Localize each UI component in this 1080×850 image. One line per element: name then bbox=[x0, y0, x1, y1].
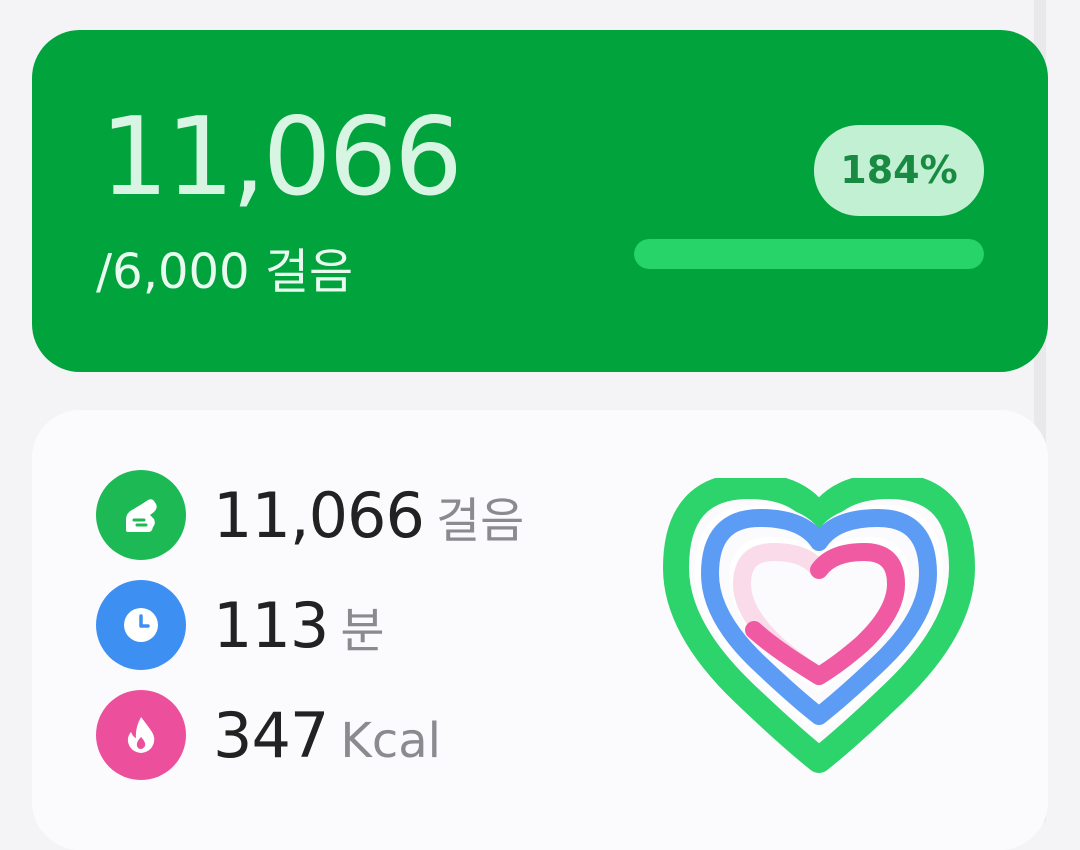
goal-progress-fill bbox=[634, 239, 984, 269]
shoe-icon bbox=[96, 470, 186, 560]
goal-progress-bar bbox=[634, 239, 984, 269]
step-goal: /6,000 걸음 bbox=[96, 244, 354, 300]
steps-number: 11,066 bbox=[213, 479, 425, 552]
active-time-unit: 분 bbox=[340, 603, 385, 659]
activity-summary-card[interactable]: 11,066 걸음 113 분 347 Kcal bbox=[32, 410, 1048, 850]
step-count: 11,066 bbox=[100, 95, 463, 220]
steps-value: 11,066 걸음 bbox=[213, 476, 524, 561]
active-time-number: 113 bbox=[213, 589, 329, 662]
active-time-value: 113 분 bbox=[213, 586, 385, 671]
activity-heart-icon[interactable] bbox=[644, 473, 994, 778]
steps-stat-row: 11,066 걸음 bbox=[96, 470, 656, 560]
calories-stat-row: 347 Kcal bbox=[96, 690, 656, 780]
active-time-stat-row: 113 분 bbox=[96, 580, 656, 670]
calories-number: 347 bbox=[213, 699, 329, 772]
steps-unit: 걸음 bbox=[435, 493, 525, 549]
goal-percent-badge: 184% bbox=[814, 125, 984, 216]
calories-unit: Kcal bbox=[340, 713, 441, 769]
step-goal-card[interactable]: 11,066 /6,000 걸음 184% bbox=[32, 30, 1048, 372]
clock-icon bbox=[96, 580, 186, 670]
calories-value: 347 Kcal bbox=[213, 696, 441, 781]
flame-icon bbox=[96, 690, 186, 780]
